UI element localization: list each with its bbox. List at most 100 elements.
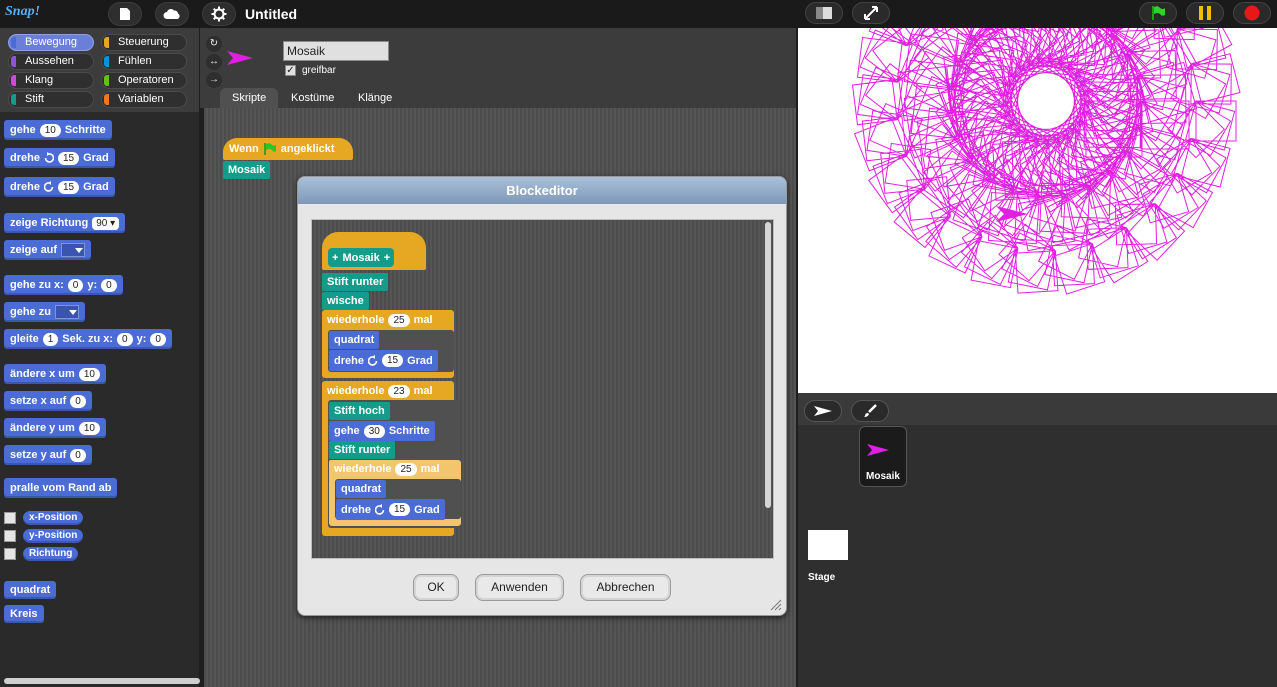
draggable-option[interactable]: ✓ greifbar <box>285 65 336 76</box>
rotate-style-button[interactable]: ↻ <box>206 36 222 52</box>
dialog-title[interactable]: Blockeditor <box>298 177 786 204</box>
category-bewegung[interactable]: Bewegung <box>8 34 94 51</box>
steps-input[interactable]: 10 <box>39 123 61 137</box>
stage-thumbnail[interactable] <box>808 530 848 560</box>
block-glide[interactable]: gleite 1 Sek. zu x: 0 y: 0 <box>4 329 172 349</box>
block-change-y[interactable]: ändere y um 10 <box>4 418 106 438</box>
block-repeat[interactable]: wiederhole 23 mal <box>322 382 438 400</box>
value-input[interactable]: 0 <box>70 394 86 408</box>
degrees-input[interactable]: 15 <box>57 180 80 194</box>
value-input[interactable]: 10 <box>78 367 100 381</box>
block-set-y[interactable]: setze y auf 0 <box>4 445 92 465</box>
seconds-input[interactable]: 1 <box>42 332 59 346</box>
repeat-count-input[interactable]: 25 <box>388 313 410 327</box>
block-repeat[interactable]: wiederhole 25 mal <box>329 460 445 478</box>
value-input[interactable]: 10 <box>78 421 100 435</box>
degrees-input[interactable]: 15 <box>381 354 404 367</box>
reporter-x-position[interactable]: x-Position <box>23 511 84 525</box>
stop-button[interactable] <box>1233 2 1271 24</box>
no-rotate-style-button[interactable]: → <box>206 72 222 88</box>
custom-block-quadrat[interactable]: quadrat <box>4 581 57 599</box>
tab-klaenge[interactable]: Klänge <box>346 88 404 108</box>
x-input[interactable]: 0 <box>117 332 133 346</box>
block-pen-up[interactable]: Stift hoch <box>329 402 390 420</box>
prototype-block-mosaik[interactable]: + Mosaik + <box>328 248 395 267</box>
block-turn-clockwise[interactable]: drehe 15 Grad <box>4 148 115 168</box>
block-editor-canvas[interactable]: + Mosaik + Stift runter wische wiederhol… <box>311 219 774 559</box>
repeat-count-input[interactable]: 25 <box>395 462 417 476</box>
direction-dropdown[interactable]: 90 ▾ <box>92 216 120 230</box>
category-stift[interactable]: Stift <box>8 91 94 108</box>
add-input-icon[interactable]: + <box>332 249 338 267</box>
reporter-direction[interactable]: Richtung <box>23 547 79 561</box>
y-input[interactable]: 0 <box>150 332 166 346</box>
hat-block-green-flag[interactable]: Wenn angeklickt <box>223 138 353 160</box>
settings-button[interactable] <box>202 2 236 26</box>
snap-logo[interactable]: Snap! <box>2 2 50 24</box>
x-position-checkbox[interactable] <box>4 512 16 524</box>
steps-input[interactable]: 30 <box>363 424 385 438</box>
block-call-mosaik[interactable]: Mosaik <box>223 161 271 179</box>
block-turn[interactable]: drehe 15 Grad <box>336 499 445 520</box>
target-dropdown[interactable] <box>54 305 79 319</box>
sprite-tile-mosaik[interactable]: Mosaik <box>859 426 907 487</box>
category-variablen[interactable]: Variablen <box>101 91 187 108</box>
block-turn[interactable]: drehe 15 Grad <box>329 350 438 371</box>
block-goto-xy[interactable]: gehe zu x: 0 y: 0 <box>4 275 123 295</box>
fullscreen-button[interactable] <box>852 2 890 24</box>
ok-button[interactable]: OK <box>413 574 459 601</box>
block-point-towards[interactable]: zeige auf <box>4 240 92 260</box>
category-klang[interactable]: Klang <box>8 72 94 89</box>
block-bounce[interactable]: pralle vom Rand ab <box>4 478 118 498</box>
block-turn-counterclockwise[interactable]: drehe 15 Grad <box>4 177 115 197</box>
block-move-steps[interactable]: gehe 10 Schritte <box>4 120 112 140</box>
category-operatoren[interactable]: Operatoren <box>101 72 187 89</box>
block-call-quadrat[interactable]: quadrat <box>329 331 380 349</box>
block-goto[interactable]: gehe zu <box>4 302 85 322</box>
stage-size-toggle-button[interactable] <box>805 2 843 24</box>
y-input[interactable]: 0 <box>101 278 117 292</box>
cancel-button[interactable]: Abbrechen <box>580 574 671 601</box>
scrollbar-thumb[interactable] <box>4 678 200 684</box>
value-input[interactable]: 0 <box>70 448 86 462</box>
resize-grip-icon[interactable] <box>770 599 782 611</box>
add-turtle-sprite-button[interactable] <box>804 400 842 422</box>
pause-button[interactable] <box>1186 2 1224 24</box>
block-pen-down[interactable]: Stift runter <box>322 273 389 291</box>
block-set-x[interactable]: setze x auf 0 <box>4 391 92 411</box>
block-point-direction[interactable]: zeige Richtung 90 ▾ <box>4 213 126 233</box>
block-repeat[interactable]: wiederhole 25 mal <box>322 311 438 329</box>
reporter-y-position[interactable]: y-Position <box>23 529 84 543</box>
degrees-input[interactable]: 15 <box>388 503 411 516</box>
category-aussehen[interactable]: Aussehen <box>8 53 94 70</box>
flip-style-button[interactable]: ↔ <box>206 54 222 70</box>
green-flag-button[interactable] <box>1139 2 1177 24</box>
block-call-quadrat[interactable]: quadrat <box>336 480 387 498</box>
target-dropdown[interactable] <box>61 243 86 257</box>
y-position-checkbox[interactable] <box>4 530 16 542</box>
block-move-steps[interactable]: gehe 30 Schritte <box>329 421 435 441</box>
degrees-input[interactable]: 15 <box>57 151 80 165</box>
direction-checkbox[interactable] <box>4 548 16 560</box>
paint-new-sprite-button[interactable] <box>851 400 889 422</box>
repeat-count-input[interactable]: 23 <box>388 384 410 398</box>
tab-skripte[interactable]: Skripte <box>220 88 279 108</box>
new-project-button[interactable] <box>108 2 142 26</box>
category-fuehlen[interactable]: Fühlen <box>101 53 187 70</box>
draggable-checkbox[interactable]: ✓ <box>285 65 296 76</box>
apply-button[interactable]: Anwenden <box>475 574 564 601</box>
sprite-name-field[interactable]: Mosaik <box>283 41 389 61</box>
cloud-button[interactable] <box>155 2 189 26</box>
scrollbar-thumb[interactable] <box>765 222 771 508</box>
category-steuerung[interactable]: Steuerung <box>101 34 187 51</box>
add-input-icon[interactable]: + <box>384 249 390 267</box>
block-pen-down[interactable]: Stift runter <box>329 441 396 459</box>
x-input[interactable]: 0 <box>67 278 84 292</box>
block-clear[interactable]: wische <box>322 292 369 310</box>
palette-scrollbar[interactable] <box>0 676 200 684</box>
stage[interactable] <box>798 28 1277 393</box>
custom-block-kreis[interactable]: Kreis <box>4 605 44 623</box>
block-change-x[interactable]: ändere x um 10 <box>4 364 106 384</box>
tab-kostueme[interactable]: Kostüme <box>279 88 346 108</box>
editor-scrollbar[interactable] <box>763 220 773 558</box>
